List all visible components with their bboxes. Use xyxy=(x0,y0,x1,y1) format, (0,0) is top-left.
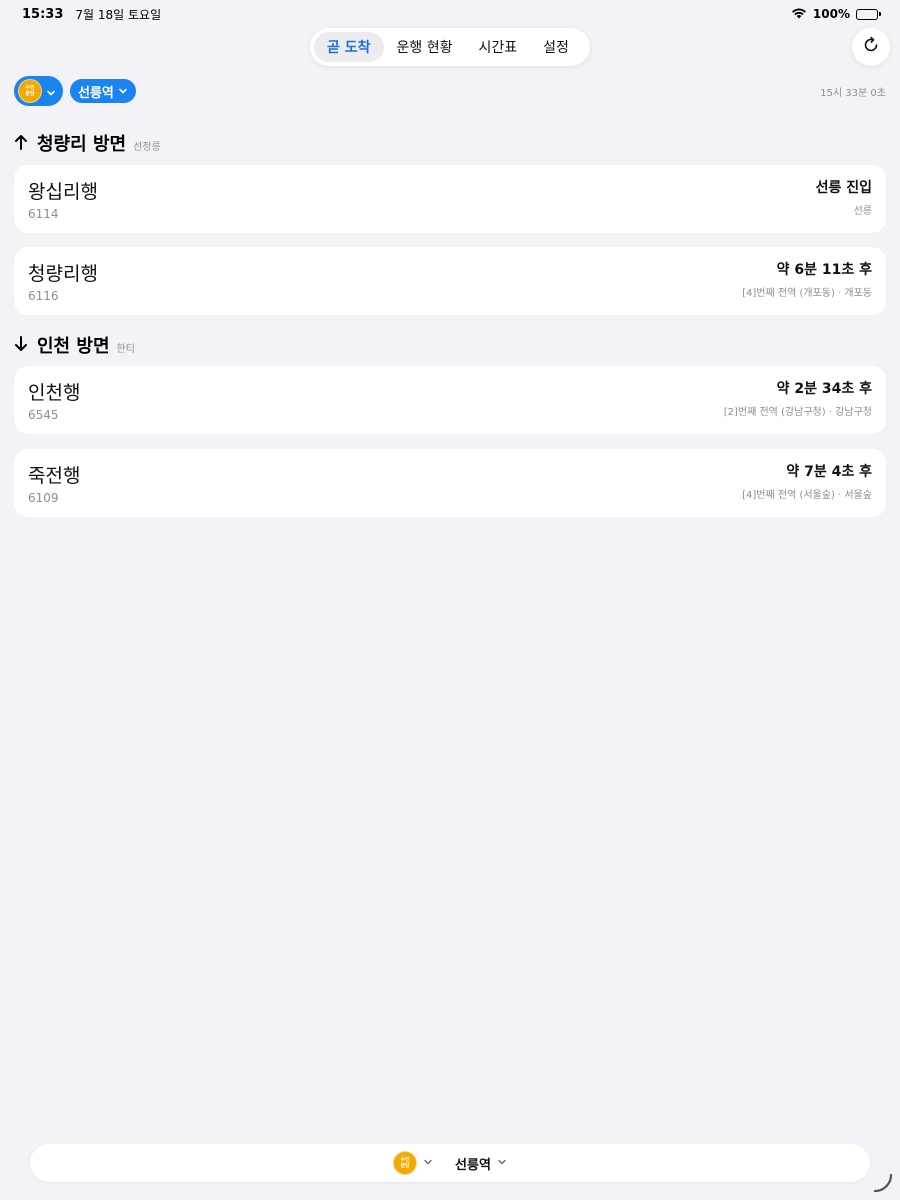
train-number: 6545 xyxy=(28,408,59,422)
train-number: 6109 xyxy=(28,491,59,505)
section-header-up: 청량리 방면 선정릉 xyxy=(14,130,161,156)
train-card[interactable]: 죽전행 6109 약 7분 4초 후 [4]번째 전역 (서울숲) · 서울숲 xyxy=(14,449,886,517)
section-next-station: 선정릉 xyxy=(133,142,161,153)
train-eta: 선릉 진입 xyxy=(815,180,872,196)
train-info: 인천행 6545 xyxy=(28,378,80,422)
train-destination: 청량리행 xyxy=(28,263,98,285)
status-bar: 15:33 7월 18일 토요일 100% xyxy=(0,0,900,28)
train-location: 선릉 xyxy=(853,206,872,217)
train-destination: 왕십리행 xyxy=(28,181,98,203)
down-arrow-icon xyxy=(14,336,28,357)
train-card[interactable]: 왕십리행 6114 선릉 진입 선릉 xyxy=(14,165,886,233)
chevron-down-icon xyxy=(118,84,128,99)
train-destination: 인천행 xyxy=(28,382,81,404)
chevron-down-icon xyxy=(46,82,56,101)
train-arrival: 약 2분 34초 후 [2]번째 전역 (강남구청) · 강남구청 xyxy=(724,378,872,422)
line-selector[interactable]: 수인 분당 xyxy=(14,76,63,106)
chevron-down-icon[interactable] xyxy=(423,1158,433,1169)
section-title: 청량리 방면 xyxy=(37,134,127,155)
status-right: 100% xyxy=(791,7,881,22)
train-info: 왕십리행 6114 xyxy=(28,177,98,221)
train-number: 6116 xyxy=(28,289,59,303)
train-arrival: 약 6분 11초 후 [4]번째 전역 (개포동) · 개포동 xyxy=(742,259,872,303)
section-header-down: 인천 방면 한티 xyxy=(14,332,135,358)
train-arrival: 약 7분 4초 후 [4]번째 전역 (서울숲) · 서울숲 xyxy=(742,461,872,505)
refresh-button[interactable] xyxy=(852,28,890,66)
train-location: [4]번째 전역 (서울숲) · 서울숲 xyxy=(742,490,872,501)
station-name: 선릉역 xyxy=(78,85,114,101)
status-time: 15:33 xyxy=(22,6,64,22)
train-card[interactable]: 청량리행 6116 약 6분 11초 후 [4]번째 전역 (개포동) · 개포… xyxy=(14,247,886,315)
train-location: [4]번째 전역 (개포동) · 개포동 xyxy=(742,288,872,299)
train-arrival: 선릉 진입 선릉 xyxy=(816,177,872,221)
wifi-icon xyxy=(791,7,807,22)
bottom-selector-bar: 수인 분당 선릉역 xyxy=(30,1144,870,1182)
train-info: 죽전행 6109 xyxy=(28,461,80,505)
train-eta: 약 6분 11초 후 xyxy=(776,262,872,278)
selector-row: 수인 분당 선릉역 15시 33분 0초 xyxy=(14,76,886,106)
train-number: 6114 xyxy=(28,207,59,221)
refresh-icon xyxy=(861,35,881,59)
line-badge-line2: 분당 xyxy=(400,1163,410,1169)
section-next-station: 한티 xyxy=(116,344,135,355)
train-card[interactable]: 인천행 6545 약 2분 34초 후 [2]번째 전역 (강남구청) · 강남… xyxy=(14,366,886,434)
tab-timetable[interactable]: 시간표 xyxy=(466,32,531,62)
updated-time: 15시 33분 0초 xyxy=(820,87,886,99)
up-arrow-icon xyxy=(14,134,28,155)
bottom-station-name[interactable]: 선릉역 xyxy=(455,1154,491,1173)
train-eta: 약 2분 34초 후 xyxy=(776,381,872,397)
chevron-down-icon[interactable] xyxy=(497,1158,507,1169)
station-selector[interactable]: 선릉역 xyxy=(70,79,136,103)
bottom-line-selector[interactable]: 수인 분당 xyxy=(393,1151,418,1175)
line-badge: 수인 분당 xyxy=(18,79,42,103)
tab-operation-status[interactable]: 운행 현황 xyxy=(384,32,466,62)
section-title: 인천 방면 xyxy=(37,336,110,357)
tab-bar: 곧 도착 운행 현황 시간표 설정 xyxy=(310,28,590,66)
train-eta: 약 7분 4초 후 xyxy=(786,464,872,480)
line-badge-line2: 분당 xyxy=(25,91,35,97)
battery-percent: 100% xyxy=(812,7,850,21)
tab-settings[interactable]: 설정 xyxy=(530,32,582,62)
status-left: 15:33 7월 18일 토요일 xyxy=(22,6,161,23)
train-location: [2]번째 전역 (강남구청) · 강남구청 xyxy=(723,407,872,418)
train-info: 청량리행 6116 xyxy=(28,259,98,303)
tab-arriving-soon[interactable]: 곧 도착 xyxy=(314,32,384,62)
battery-icon xyxy=(856,8,881,20)
status-date: 7월 18일 토요일 xyxy=(75,7,162,22)
resize-handle-icon[interactable] xyxy=(872,1172,894,1194)
train-destination: 죽전행 xyxy=(28,465,81,487)
